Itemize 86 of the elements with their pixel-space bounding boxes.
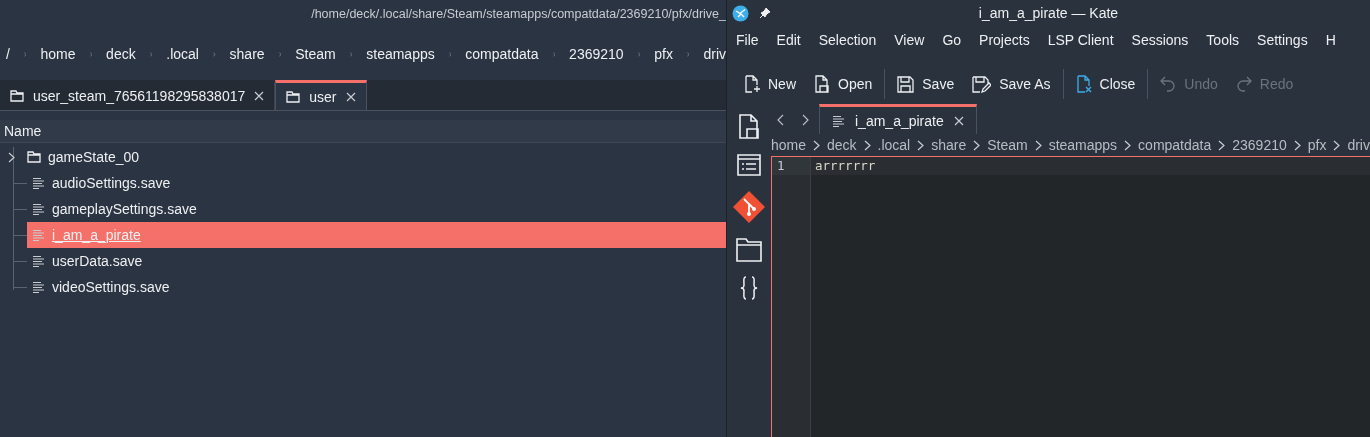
document-tab[interactable]: i_am_a_pirate [819,104,977,134]
menu-item[interactable]: Selection [809,32,886,48]
breadcrumb-item[interactable]: .local [877,137,911,153]
new-document-icon [744,75,760,93]
toolbar-button[interactable]: Save As [963,68,1060,100]
toolbar-button[interactable]: New [735,68,805,100]
close-icon[interactable] [953,115,964,126]
open-document-icon [814,75,830,93]
folder-icon [10,90,24,102]
close-icon[interactable] [345,91,356,102]
breadcrumb-item[interactable]: share [931,137,967,153]
expander-icon[interactable] [8,151,15,163]
breadcrumb-item[interactable]: driv [1347,137,1370,153]
menu-item[interactable]: Projects [970,32,1039,48]
breadcrumb-separator-icon [1333,139,1341,151]
breadcrumb-item[interactable]: steamapps [1048,137,1118,153]
text-file-icon [32,281,45,293]
back-icon[interactable] [777,114,784,126]
breadcrumb-separator-icon [1124,139,1132,151]
file-row[interactable]: videoSettings.save [27,274,726,300]
toolbar-button[interactable]: Save [888,68,964,100]
breadcrumb-separator-icon [1218,139,1226,151]
text-file-icon [32,255,45,267]
breadcrumb-item[interactable]: 2369210 [569,46,624,62]
menu-item[interactable]: Settings [1248,32,1317,48]
text-file-icon [832,114,845,127]
breadcrumb-item[interactable]: compatdata [465,46,539,62]
breadcrumb-item[interactable]: Steam [295,46,336,62]
folder-icon [27,151,41,163]
line-number: 1 [772,157,810,175]
breadcrumb-separator-icon [813,139,820,151]
breadcrumb-item[interactable]: / [6,46,10,62]
braces-icon[interactable] [740,276,758,300]
text-file-icon [32,229,45,241]
menu-item[interactable]: Sessions [1122,32,1198,48]
toolbar-button[interactable]: Close [1066,68,1145,100]
file-row[interactable]: userData.save [27,248,726,274]
breadcrumb-separator-icon [917,139,925,151]
file-row[interactable]: gameState_00 [22,144,726,170]
toolbar-button[interactable]: Open [805,68,882,100]
breadcrumb-item[interactable]: compatdata [1138,137,1212,153]
forward-icon[interactable] [802,114,809,126]
breadcrumb-item[interactable]: 2369210 [1232,137,1287,153]
save-as-icon [972,75,992,93]
window-title: /home/deck/.local/share/Steam/steamapps/compatdata/2369210/pfx/drive_ [311,7,726,21]
breadcrumb-separator-icon [973,139,981,151]
menu-item[interactable]: File [727,32,768,48]
breadcrumb-item[interactable]: deck [827,137,857,153]
file-row[interactable]: audioSettings.save [27,170,726,196]
breadcrumb-item[interactable]: .local [166,46,199,62]
breadcrumb-item[interactable]: deck [106,46,136,62]
breadcrumb-item[interactable]: Steam [987,137,1028,153]
breadcrumb-item[interactable]: home [40,46,76,62]
breadcrumb-item[interactable]: driv [703,46,726,62]
close-icon[interactable] [254,91,265,101]
app-logo-icon [732,4,749,22]
folder-icon [286,90,301,103]
close-document-icon [1075,75,1092,93]
git-icon[interactable] [732,190,766,224]
breadcrumb-item[interactable]: pfx [654,46,673,62]
menu-item[interactable]: H [1316,32,1345,48]
breadcrumb-separator-icon [1034,139,1042,151]
breadcrumb-item[interactable]: steamapps [366,46,435,62]
menu-item[interactable]: LSP Client [1038,32,1123,48]
menu-item[interactable]: Edit [767,32,810,48]
menu-item[interactable]: Go [933,32,971,48]
menu-item[interactable]: Tools [1197,32,1249,48]
documents-icon[interactable] [738,114,760,140]
folder-icon[interactable] [736,238,762,262]
breadcrumb-separator-icon [863,139,871,151]
redo-icon [1235,76,1252,92]
breadcrumb-item[interactable]: home [771,137,807,153]
folder-tab[interactable]: user [275,80,367,110]
pin-icon[interactable] [759,7,771,19]
text-file-icon [32,177,45,189]
menu-item[interactable]: View [885,32,934,48]
file-row[interactable]: gameplaySettings.save [27,196,726,222]
save-icon [897,75,915,93]
window-title: i_am_a_pirate — Kate [978,5,1119,21]
breadcrumb-item[interactable]: share [229,46,265,62]
undo-icon [1160,76,1177,92]
list-icon[interactable] [737,154,761,176]
text-file-icon [32,203,45,215]
breadcrumb-item[interactable]: pfx [1307,137,1327,153]
breadcrumb-separator-icon [1293,139,1301,151]
column-header[interactable]: Name [0,120,726,143]
